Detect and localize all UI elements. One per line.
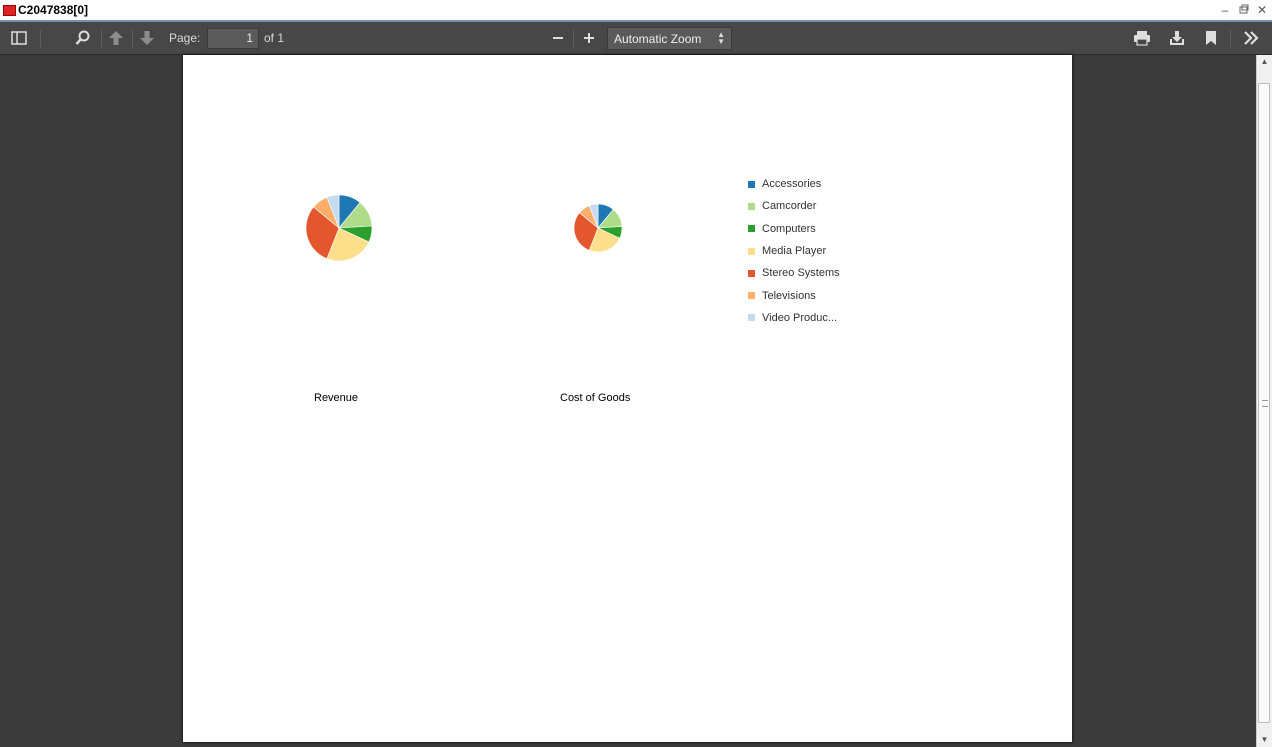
zoom-select-value: Automatic Zoom xyxy=(614,32,702,46)
legend-item: Computers xyxy=(748,218,840,240)
page-label: Page: xyxy=(169,31,201,45)
pdf-page: Revenue Cost of Goods Accessories Camcord… xyxy=(183,55,1072,742)
page-count: of 1 xyxy=(264,31,285,45)
scroll-grip-icon xyxy=(1262,400,1268,407)
toolbar-divider xyxy=(101,30,102,47)
legend-label: Media Player xyxy=(762,245,827,258)
scrollbar-thumb[interactable] xyxy=(1258,83,1270,723)
legend-swatch xyxy=(748,292,755,300)
chart-legend: Accessories Camcorder Computers Media Playe… xyxy=(748,173,840,329)
toolbar-divider xyxy=(573,30,574,47)
legend-swatch xyxy=(748,314,755,322)
arrow-up-icon[interactable] xyxy=(105,27,127,49)
legend-label: Televisions xyxy=(762,289,816,302)
legend-label: Camcorder xyxy=(762,200,817,213)
arrow-down-icon[interactable] xyxy=(136,27,158,49)
search-icon[interactable] xyxy=(72,27,94,49)
scroll-up-icon[interactable]: ▲ xyxy=(1257,55,1272,69)
tools-icon[interactable] xyxy=(1240,27,1262,49)
window-titlebar: C2047838[0] – ✕ xyxy=(0,0,1272,22)
restore-icon[interactable] xyxy=(1237,3,1251,17)
legend-swatch xyxy=(748,202,755,210)
legend-swatch xyxy=(748,247,755,255)
window-title: C2047838[0] xyxy=(18,3,89,17)
legend-swatch xyxy=(748,225,755,233)
legend-item: Televisions xyxy=(748,284,840,306)
pie-title-revenue: Revenue xyxy=(314,392,359,404)
pdf-icon xyxy=(3,5,16,16)
sidebar-toggle-icon[interactable] xyxy=(8,27,30,49)
legend-label: Video Produc... xyxy=(762,311,838,324)
download-icon[interactable] xyxy=(1166,27,1188,49)
toolbar-divider xyxy=(132,30,133,47)
legend-item: Video Produc... xyxy=(748,307,840,329)
viewer-container[interactable]: Revenue Cost of Goods Accessories Camcord… xyxy=(0,55,1256,747)
pie-title-cost-of-goods: Cost of Goods xyxy=(560,392,631,404)
legend-item: Accessories xyxy=(748,173,840,195)
pdf-toolbar: Page: 1 of 1 Automatic Zoom ▲ ▼ xyxy=(0,22,1272,55)
legend-item: Media Player xyxy=(748,240,840,262)
legend-swatch xyxy=(748,269,755,277)
print-icon[interactable] xyxy=(1131,27,1153,49)
legend-label: Computers xyxy=(762,222,816,235)
zoom-in-icon[interactable] xyxy=(578,27,600,49)
legend-swatch xyxy=(748,180,755,188)
legend-item: Camcorder xyxy=(748,195,840,217)
minimize-icon[interactable]: – xyxy=(1218,3,1232,17)
zoom-select[interactable]: Automatic Zoom ▲ ▼ xyxy=(607,27,732,50)
select-arrows-icon: ▲ ▼ xyxy=(717,30,725,46)
legend-label: Accessories xyxy=(762,178,822,191)
scroll-down-icon[interactable]: ▼ xyxy=(1257,733,1272,747)
page-number-input[interactable]: 1 xyxy=(207,28,259,49)
bookmark-icon[interactable] xyxy=(1200,27,1222,49)
toolbar-divider xyxy=(1230,30,1231,47)
toolbar-divider xyxy=(40,30,41,47)
legend-label: Stereo Systems xyxy=(762,267,840,280)
zoom-out-icon[interactable] xyxy=(547,27,569,49)
close-icon[interactable]: ✕ xyxy=(1255,3,1269,17)
legend-item: Stereo Systems xyxy=(748,262,840,284)
vertical-scrollbar[interactable]: ▲ ▼ xyxy=(1256,55,1272,747)
